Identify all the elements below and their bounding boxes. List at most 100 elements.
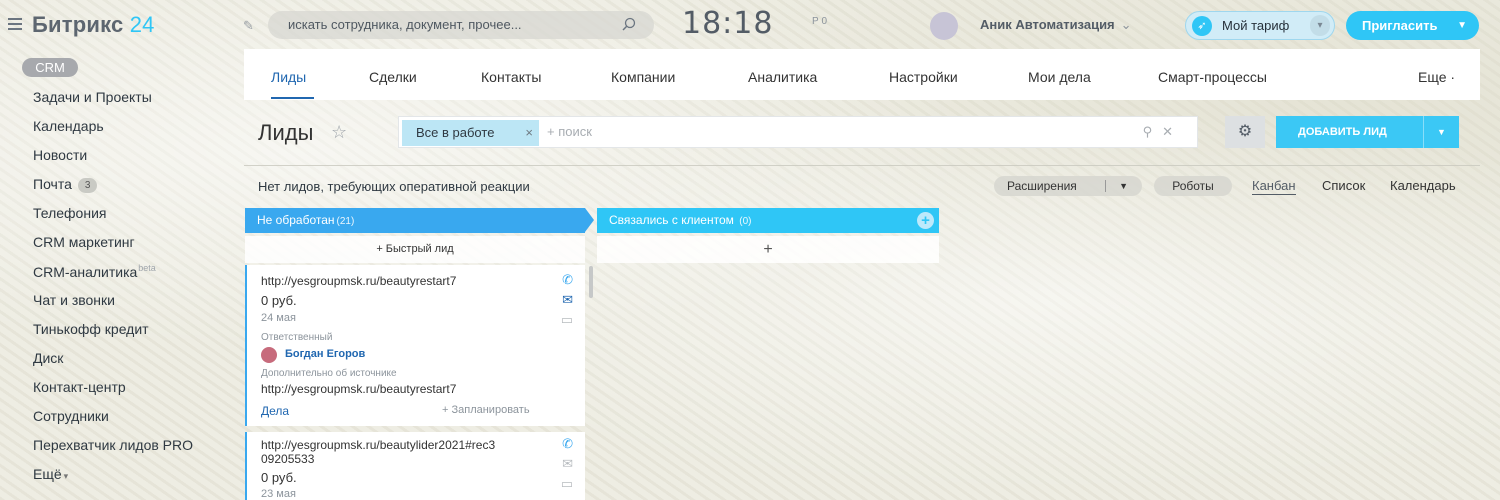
responsible-person[interactable]: Богдан Егоров [261,347,365,363]
add-lead-button[interactable]: ДОБАВИТЬ ЛИД ▼ [1276,116,1459,148]
tab-deals[interactable]: Сделки [369,69,417,85]
chevron-down-icon[interactable]: ▾ [1310,15,1330,36]
top-header: Битрикс 24 ✎ искать сотрудника, документ… [0,0,1500,50]
invite-label: Пригласить [1362,18,1438,33]
filter-actions: ⚲✕ [1143,124,1183,140]
extensions-button[interactable]: Расширения ▼ [994,176,1142,196]
user-menu[interactable]: Аник Автоматизация ⌄ [980,17,1132,33]
add-lead-plus-button[interactable]: + [597,236,939,263]
add-lead-label: ДОБАВИТЬ ЛИД [1298,126,1387,138]
lead-sum: 0 руб. [261,470,297,485]
view-tab-calendar[interactable]: Календарь [1390,178,1456,193]
chevron-down-icon: ⌄ [1120,17,1132,32]
lead-date: 24 мая [261,312,296,324]
filter-chip[interactable]: Все в работе × [402,120,539,146]
menu-item-chat[interactable]: Чат и звонки [33,292,115,308]
lead-sum: 0 руб. [261,293,297,308]
user-avatar[interactable] [930,12,958,40]
tab-more[interactable]: Еще · [1418,69,1455,85]
lead-card[interactable]: http://yesgroupmsk.ru/beautylider2021#re… [245,432,585,500]
menu-item-telephony[interactable]: Телефония [33,205,106,221]
kanban-column-header[interactable]: Не обработан (21) [245,208,585,233]
settings-gear-button[interactable]: ⚙ [1225,116,1265,148]
lead-title-line: http://yesgroupmsk.ru/beautylider2021#re… [261,438,496,452]
schedule-link[interactable]: + Запланировать [442,404,530,416]
star-icon[interactable]: ☆ [331,122,347,143]
menu-item-crm[interactable]: CRM [22,58,78,77]
add-column-icon[interactable]: + [917,212,934,229]
quick-lead-button[interactable]: + Быстрый лид [245,236,585,263]
menu-item-more[interactable]: Ещё ▾ [33,466,68,482]
menu-item-label: CRM-аналитика [33,264,138,280]
logo-number: 24 [129,12,155,37]
kanban-column-header[interactable]: Связались с клиентом (0) + [597,208,939,233]
my-tariff-button[interactable]: ➶ Мой тариф ▾ [1185,11,1335,40]
responsible-label: Ответственный [261,332,333,343]
chevron-down-icon: · [1450,69,1456,85]
gear-icon: ⚙ [1237,123,1253,140]
menu-item-tinkoff[interactable]: Тинькофф кредит [33,321,149,337]
clock[interactable]: 18:18 [682,6,773,41]
invite-button[interactable]: Пригласить ▼ [1346,11,1479,40]
column-scrollbar[interactable] [589,266,593,298]
tab-companies[interactable]: Компании [611,69,675,85]
tab-leads[interactable]: Лиды [271,69,306,85]
tab-my-activities[interactable]: Мои дела [1028,69,1091,85]
menu-item-mail[interactable]: Почта 3 [33,176,98,193]
menu-item-news[interactable]: Новости [33,147,87,163]
source-value: http://yesgroupmsk.ru/beautyrestart7 [261,382,457,396]
activities-link[interactable]: Дела [261,404,289,418]
filter-search-input[interactable]: Все в работе × + поиск ⚲✕ [398,116,1198,148]
chat-icon[interactable]: ▭ [561,476,573,492]
source-label: Дополнительно об источнике [261,368,397,379]
lead-title[interactable]: http://yesgroupmsk.ru/beautyrestart7 [261,274,456,288]
no-urgent-leads-notice: Нет лидов, требующих оперативной реакции [258,179,530,194]
tab-smart-processes[interactable]: Смарт-процессы [1158,69,1267,85]
crm-tabs-panel: Лиды Сделки Контакты Компании Аналитика … [244,49,1480,100]
view-tab-kanban[interactable]: Канбан [1252,178,1296,195]
search-icon[interactable] [622,17,636,31]
clear-icon[interactable]: ✕ [1162,124,1183,139]
menu-item-tasks[interactable]: Задачи и Проекты [33,89,152,105]
tab-more-label: Еще [1418,69,1447,85]
lead-title-line: 09205533 [261,452,315,466]
bitrix24-logo[interactable]: Битрикс 24 [32,12,155,38]
lead-title[interactable]: http://yesgroupmsk.ru/beautylider2021#re… [261,438,495,466]
column-count: (0) [739,216,752,227]
menu-item-crm-analytics[interactable]: CRM-аналитикаbeta [33,263,156,280]
search-icon[interactable]: ⚲ [1143,124,1163,139]
close-icon[interactable]: × [525,120,533,146]
menu-item-disk[interactable]: Диск [33,350,63,366]
tab-contacts[interactable]: Контакты [481,69,541,85]
menu-burger-icon[interactable] [8,18,22,30]
tab-settings[interactable]: Настройки [889,69,958,85]
pencil-icon[interactable]: ✎ [243,18,254,34]
menu-item-crm-marketing[interactable]: CRM маркетинг [33,234,135,250]
page-title: Лиды [258,120,314,145]
chat-icon[interactable]: ▭ [561,312,573,328]
menu-item-label: Ещё [33,466,62,482]
global-search-input[interactable]: искать сотрудника, документ, прочее... [268,11,654,39]
robots-button[interactable]: Роботы [1154,176,1232,196]
menu-item-employees[interactable]: Сотрудники [33,408,109,424]
mail-icon[interactable]: ✉ [562,292,573,308]
chevron-down-icon: ▾ [63,471,69,481]
lead-card[interactable]: http://yesgroupmsk.ru/beautyrestart7 0 р… [245,265,585,426]
tab-analytics[interactable]: Аналитика [748,69,817,85]
chevron-down-icon: ▼ [1119,181,1128,191]
phone-icon[interactable]: ✆ [562,272,573,288]
menu-item-lead-catcher[interactable]: Перехватчик лидов PRO [33,437,193,453]
mail-counter-badge: 3 [77,178,98,193]
filter-placeholder: + поиск [547,124,592,139]
search-placeholder: искать сотрудника, документ, прочее... [288,17,522,32]
rocket-icon: ➶ [1192,16,1212,36]
menu-item-contact-center[interactable]: Контакт-центр [33,379,126,395]
avatar [261,347,277,363]
chevron-down-icon[interactable]: ▼ [1423,116,1459,148]
logo-text: Битрикс [32,12,124,37]
view-tab-list[interactable]: Список [1322,178,1365,193]
phone-icon[interactable]: ✆ [562,436,573,452]
workday-status[interactable]: Р 0 [812,16,827,27]
menu-item-calendar[interactable]: Календарь [33,118,104,134]
mail-icon[interactable]: ✉ [562,456,573,472]
